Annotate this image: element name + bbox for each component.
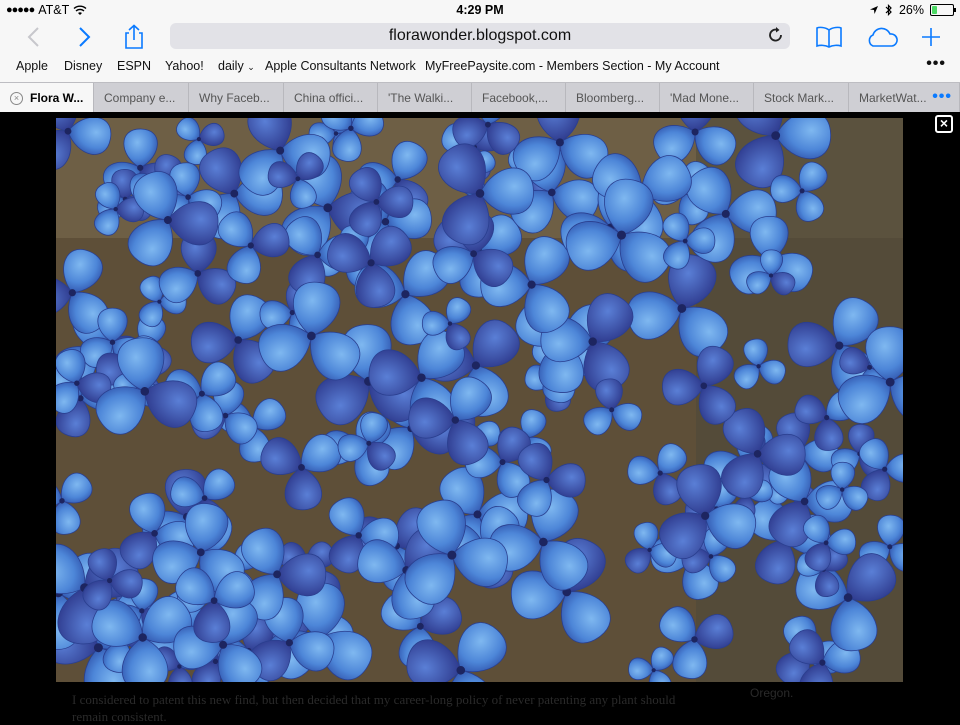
page-content: × I considered to patent this new find, … xyxy=(0,112,960,724)
icloud-tabs-button[interactable] xyxy=(864,20,900,54)
new-tab-button[interactable] xyxy=(918,20,944,54)
tab-walking-dead[interactable]: 'The Walki... xyxy=(378,83,472,113)
book-icon xyxy=(816,26,842,48)
more-bookmarks-icon[interactable]: ••• xyxy=(926,55,946,73)
bluetooth-icon xyxy=(885,4,892,16)
tab-label: 'The Walki... xyxy=(388,91,454,105)
tab-label: Bloomberg... xyxy=(576,91,645,105)
bookmark-yahoo[interactable]: Yahoo! xyxy=(165,59,204,73)
tab-company[interactable]: Company e... xyxy=(94,83,189,113)
location-icon xyxy=(869,6,878,14)
sidebar-text: Oregon. xyxy=(750,686,794,700)
tab-overflow-icon[interactable]: ••• xyxy=(932,83,952,111)
tab-label: 'Mad Mone... xyxy=(670,91,739,105)
tab-label: Facebook,... xyxy=(482,91,549,105)
battery-percent: 26% xyxy=(898,3,924,17)
tab-label: Stock Mark... xyxy=(764,91,835,105)
tab-flora-wonder[interactable]: × Flora W... xyxy=(0,83,94,113)
flower-photo xyxy=(56,118,903,682)
url-text: florawonder.blogspot.com xyxy=(388,27,572,44)
toolbar: florawonder.blogspot.com xyxy=(0,20,960,54)
tab-label: Why Faceb... xyxy=(199,91,270,105)
share-icon xyxy=(125,24,143,49)
close-tab-icon[interactable]: × xyxy=(10,92,23,106)
chevron-down-icon: ⌄ xyxy=(247,62,255,72)
battery-icon xyxy=(930,4,956,16)
clock: 4:29 PM xyxy=(456,3,504,17)
tab-bloomberg[interactable]: Bloomberg... xyxy=(566,83,660,113)
status-bar: ●●●●● AT&T 4:29 PM 26% xyxy=(0,0,960,20)
battery-level xyxy=(932,6,938,14)
forward-button[interactable] xyxy=(72,20,98,54)
back-button[interactable] xyxy=(20,20,46,54)
tab-label: China offici... xyxy=(294,91,364,105)
share-button[interactable] xyxy=(120,20,148,54)
browser-chrome: ●●●●● AT&T 4:29 PM 26% florawonder.blogs… xyxy=(0,0,960,113)
tab-why-facebook[interactable]: Why Faceb... xyxy=(189,83,284,113)
blue-flowers-image xyxy=(56,118,903,682)
tab-label: Flora W... xyxy=(30,91,84,105)
tab-label: MarketWat... xyxy=(859,91,927,105)
tab-label: Company e... xyxy=(104,91,176,105)
close-icon: × xyxy=(939,115,949,131)
chevron-left-icon xyxy=(27,27,39,47)
address-bar[interactable]: florawonder.blogspot.com xyxy=(170,23,790,49)
tab-mad-money[interactable]: 'Mad Mone... xyxy=(660,83,754,113)
cloud-icon xyxy=(868,27,898,47)
reload-icon[interactable] xyxy=(768,26,784,44)
bookmark-folder-daily[interactable]: daily ⌄ xyxy=(218,59,255,73)
bookmark-apple-consultants[interactable]: Apple Consultants Network xyxy=(265,59,416,73)
plus-icon xyxy=(922,28,940,46)
bookmark-folder-label: daily xyxy=(218,59,244,73)
tab-facebook[interactable]: Facebook,... xyxy=(472,83,566,113)
chevron-right-icon xyxy=(79,27,91,47)
bookmarks-bar: Apple Disney ESPN Yahoo! daily ⌄ Apple C… xyxy=(0,55,960,79)
close-lightbox-button[interactable]: × xyxy=(935,115,953,133)
bookmarks-button[interactable] xyxy=(812,20,846,54)
tab-stock-market[interactable]: Stock Mark... xyxy=(754,83,849,113)
tab-china-official[interactable]: China offici... xyxy=(284,83,378,113)
bookmark-myfreepaysite[interactable]: MyFreePaysite.com - Members Section - My… xyxy=(425,59,720,73)
bookmark-espn[interactable]: ESPN xyxy=(117,59,151,73)
tab-bar: × Flora W... Company e... Why Faceb... Ch… xyxy=(0,82,960,113)
bookmark-disney[interactable]: Disney xyxy=(64,59,102,73)
bookmark-apple[interactable]: Apple xyxy=(16,59,48,73)
